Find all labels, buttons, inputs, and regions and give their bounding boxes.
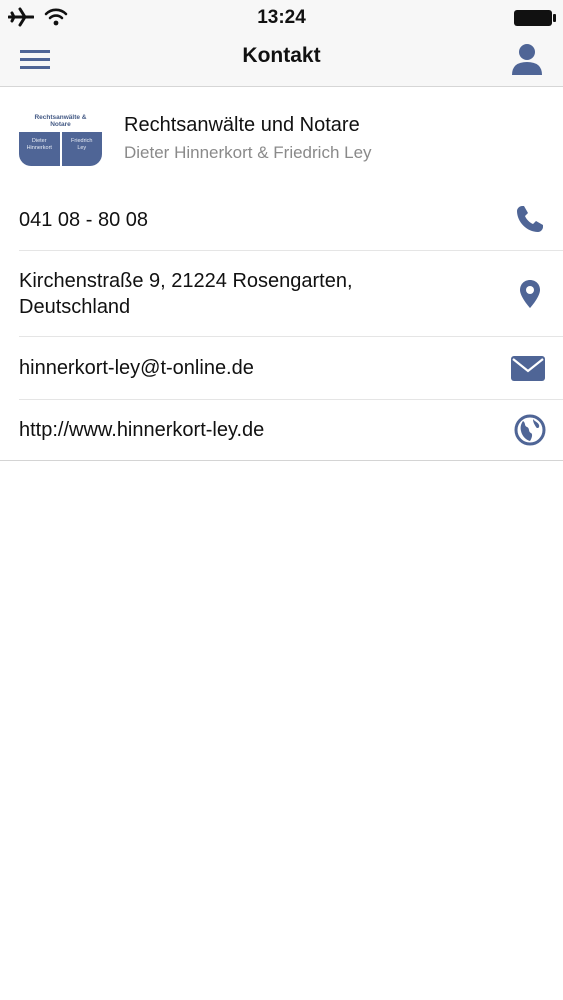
battery-icon (513, 9, 557, 32)
mail-icon (511, 356, 545, 381)
profile-button[interactable] (509, 42, 545, 78)
logo-top: Rechtsanwälte & Notare (19, 110, 102, 132)
address-line-2: Deutschland (19, 296, 131, 318)
phone-number: 041 08 - 80 08 (19, 209, 148, 231)
logo-text: Hinnerkort (26, 145, 52, 151)
email-row[interactable]: hinnerkort-ley@t-online.de (0, 337, 563, 399)
company-header: Rechtsanwälte & Notare Dieter Hinnerkort… (0, 86, 563, 196)
website-row[interactable]: http://www.hinnerkort-ley.de (0, 400, 563, 460)
company-logo: Rechtsanwälte & Notare Dieter Hinnerkort… (19, 110, 102, 166)
page-title: Kontakt (242, 44, 321, 67)
person-icon (512, 44, 542, 75)
phone-row[interactable]: 041 08 - 80 08 (0, 196, 563, 250)
email-address: hinnerkort-ley@t-online.de (19, 357, 254, 379)
list-bottom-divider (0, 460, 563, 461)
company-subtitle: Dieter Hinnerkort & Friedrich Ley (124, 143, 372, 162)
logo-bottom: Dieter Hinnerkort Friedrich Ley (19, 132, 102, 166)
status-time: 13:24 (257, 7, 306, 28)
logo-text: Friedrich (71, 138, 93, 144)
address-row[interactable]: Kirchenstraße 9, 21224 Rosengarten, Deut… (0, 251, 563, 336)
logo-text: Dieter (31, 138, 47, 144)
logo-text: Rechtsanwälte & (34, 114, 87, 121)
globe-icon (514, 414, 546, 446)
location-pin-icon (520, 280, 540, 308)
logo-cell-left: Dieter Hinnerkort (19, 132, 60, 166)
phone-icon (517, 206, 543, 232)
address-line-1: Kirchenstraße 9, 21224 Rosengarten, (19, 270, 353, 292)
logo-cell-right: Friedrich Ley (59, 132, 103, 166)
navigation-bar: Kontakt (0, 36, 563, 87)
logo-text: Ley (77, 145, 87, 151)
logo-text: Notare (50, 121, 71, 128)
website-url: http://www.hinnerkort-ley.de (19, 419, 265, 441)
status-bar: 13:24 (0, 0, 563, 36)
company-name: Rechtsanwälte und Notare (124, 114, 360, 136)
